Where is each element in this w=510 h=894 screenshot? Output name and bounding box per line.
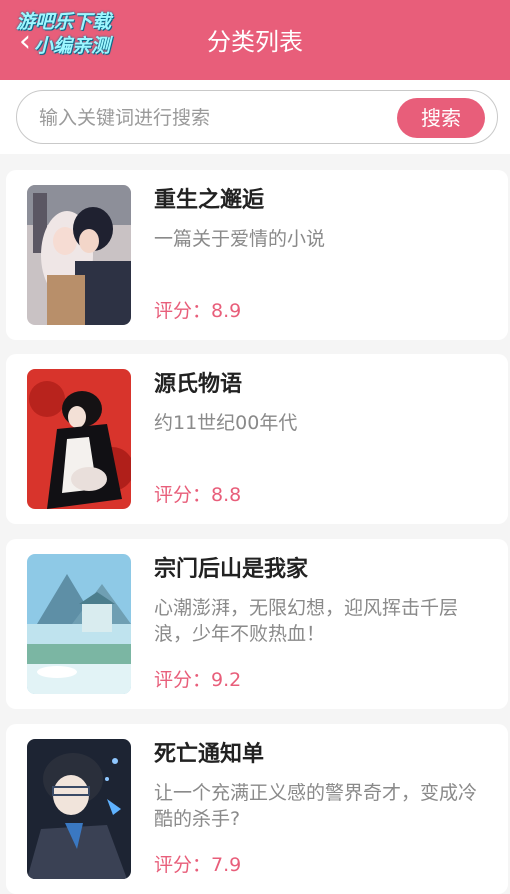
book-rating: 评分：8.9	[154, 300, 242, 322]
book-rating: 评分：9.2	[154, 669, 242, 691]
book-title: 源氏物语	[154, 372, 243, 397]
search-box: 搜索	[16, 90, 498, 144]
book-title: 宗门后山是我家	[154, 557, 309, 582]
page-title: 分类列表	[207, 28, 303, 56]
book-cover-image	[27, 554, 131, 694]
book-cover-image	[27, 369, 131, 509]
book-card[interactable]: 源氏物语 约11世纪00年代 评分：8.8	[6, 354, 508, 524]
book-description: 约11世纪00年代	[154, 412, 298, 434]
book-title: 重生之邂逅	[154, 188, 265, 213]
book-description: 一篇关于爱情的小说	[154, 228, 326, 250]
book-cover-image	[27, 185, 131, 325]
book-description: 让一个充满正义感的警界奇才，变成冷酷的杀手?	[154, 782, 478, 830]
book-cover-image	[27, 739, 131, 879]
search-input[interactable]	[37, 99, 391, 137]
book-card[interactable]: 重生之邂逅 一篇关于爱情的小说 评分：8.9	[6, 170, 508, 340]
book-title: 死亡通知单	[154, 742, 265, 767]
book-card[interactable]: 死亡通知单 让一个充满正义感的警界奇才，变成冷酷的杀手? 评分：7.9	[6, 724, 508, 894]
app-header: ‹ 游吧乐下载 小编亲测 分类列表	[0, 0, 510, 80]
book-card[interactable]: 宗门后山是我家 心潮澎湃，无限幻想，迎风挥击千层浪，少年不败热血！ 评分：9.2	[6, 539, 508, 709]
book-description: 心潮澎湃，无限幻想，迎风挥击千层浪，少年不败热血！	[154, 597, 459, 645]
book-rating: 评分：7.9	[154, 854, 242, 876]
book-rating: 评分：8.8	[154, 484, 242, 506]
search-button[interactable]: 搜索	[397, 98, 485, 138]
search-bar: 搜索	[0, 80, 510, 154]
